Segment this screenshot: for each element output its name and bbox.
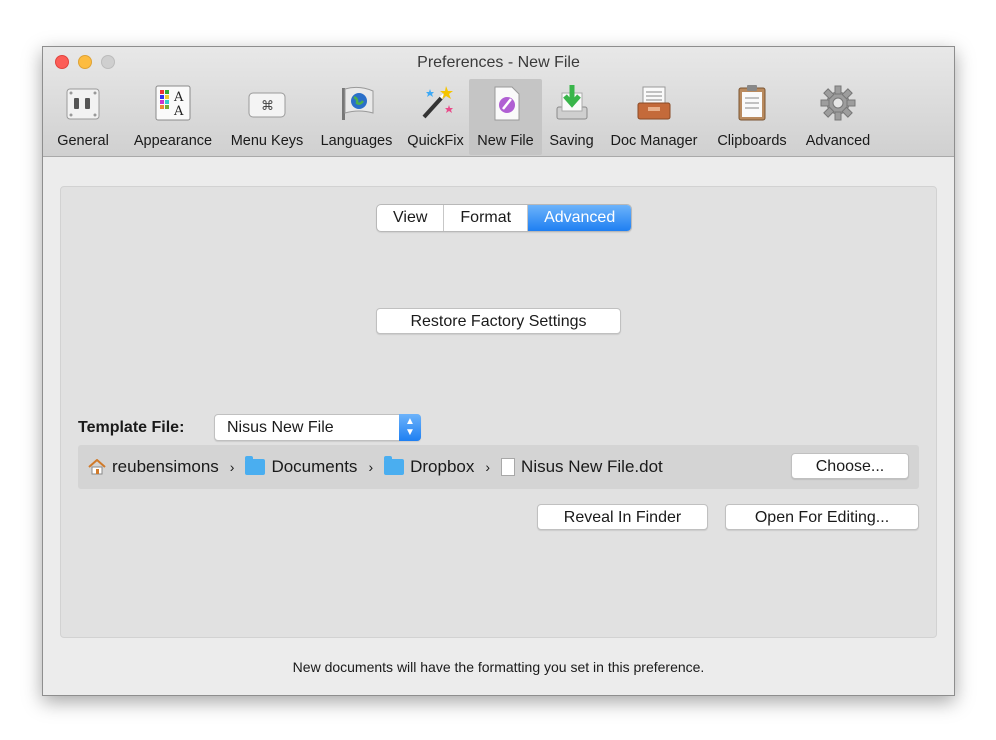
toolbar-item-new-file[interactable]: New File [469,79,542,155]
open-for-editing-button[interactable]: Open For Editing... [725,504,919,530]
path-folder-documents[interactable]: Documents [271,457,357,477]
toolbar-label-doc-manager: Doc Manager [610,133,698,149]
toolbar-label-quickfix: QuickFix [407,133,464,149]
toolbar-label-languages: Languages [320,133,393,149]
save-tray-icon [556,85,587,120]
toolbar-label-clipboards: Clipboards [717,133,787,149]
toolbar-label-saving: Saving [549,133,594,149]
chevron-right-icon: › [368,459,374,475]
chevron-up-down-icon: ▲ ▼ [399,414,421,441]
path-home[interactable]: reubensimons [112,457,219,477]
segmented-tabs: View Format Advanced [376,204,633,232]
tab-format[interactable]: Format [444,205,529,231]
clipboard-icon [738,85,766,121]
toolbar-item-saving[interactable]: Saving [542,79,601,155]
folder-icon [245,456,266,475]
title-bar: Preferences - New File General A A Appea… [43,47,954,157]
toolbar-item-menu-keys[interactable]: ⌘ Menu Keys [223,79,311,155]
gear-icon [820,85,856,121]
svg-text:A: A [173,104,184,119]
content-area: View Format Advanced Restore Factory Set… [43,157,954,695]
toolbar-label-general: General [57,133,109,149]
toolbar-label-new-file: New File [477,133,534,149]
toolbar-item-general[interactable]: General [43,79,123,155]
tab-advanced[interactable]: Advanced [528,205,632,231]
template-file-value: Nisus New File [227,419,334,436]
general-switches-icon [66,88,100,120]
toolbar-item-advanced[interactable]: Advanced [797,79,879,155]
document-icon [501,458,516,476]
chevron-right-icon: › [485,459,491,475]
template-file-label: Template File: [78,419,185,436]
toolbar-item-languages[interactable]: Languages [311,79,402,155]
footer-hint-text: New documents will have the formatting y… [292,659,705,675]
magic-wand-icon [422,86,453,119]
svg-text:⌘: ⌘ [261,99,274,114]
doc-manager-icon [637,86,671,120]
path-folder-dropbox[interactable]: Dropbox [410,457,474,477]
restore-factory-settings-button[interactable]: Restore Factory Settings [376,308,621,334]
path-file[interactable]: Nisus New File.dot [521,457,663,477]
svg-text:A: A [173,90,184,105]
toolbar-label-advanced: Advanced [805,133,871,149]
toolbar-item-appearance[interactable]: A A Appearance [123,79,223,155]
toolbar-item-doc-manager[interactable]: Doc Manager [601,79,707,155]
toolbar-item-quickfix[interactable]: QuickFix [402,79,469,155]
settings-panel: View Format Advanced [60,186,937,638]
toolbar-label-appearance: Appearance [133,133,213,149]
toolbar-label-menu-keys: Menu Keys [230,133,304,149]
window-title: Preferences - New File [417,54,580,71]
preferences-toolbar: General A A Appearance ⌘ Menu Keys Langu… [43,79,879,155]
reveal-in-finder-button[interactable]: Reveal In Finder [537,504,708,530]
command-key-icon: ⌘ [248,92,286,118]
choose-button[interactable]: Choose... [791,453,909,479]
template-file-popup[interactable]: Nisus New File ▲ ▼ [214,414,421,441]
folder-icon [384,456,405,475]
template-path-bar: reubensimons › Documents › Dropbox › Nis… [78,445,919,489]
home-icon [88,459,106,475]
appearance-palette-icon: A A [155,85,191,121]
toolbar-item-clipboards[interactable]: Clipboards [707,79,797,155]
tab-view[interactable]: View [377,205,445,231]
chevron-right-icon: › [229,459,235,475]
globe-flag-icon [341,86,373,120]
new-file-icon [494,86,519,121]
preferences-window: Preferences - New File General A A Appea… [42,46,955,696]
